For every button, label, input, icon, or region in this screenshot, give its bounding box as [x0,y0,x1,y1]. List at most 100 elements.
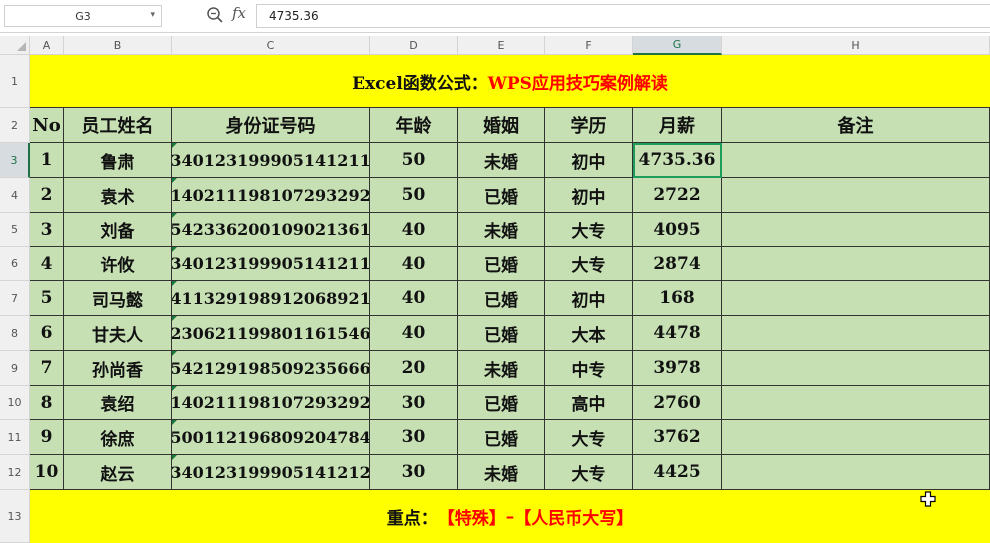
cell-salary[interactable]: 168 [633,281,722,316]
cell-id[interactable]: 411329198912068921 [172,281,370,316]
cell-marital[interactable]: 已婚 [458,420,545,455]
cell-no[interactable]: 1 [30,143,64,178]
select-all-corner[interactable] [0,36,30,55]
cell-age[interactable]: 40 [370,281,458,316]
cell-salary[interactable]: 4095 [633,213,722,247]
cell-marital[interactable]: 未婚 [458,351,545,386]
cell-marital[interactable]: 已婚 [458,178,545,213]
column-header-h[interactable]: H [722,36,990,55]
cell-id[interactable]: 340123199905141212 [172,455,370,490]
cell-salary[interactable]: 2760 [633,386,722,420]
cell-age[interactable]: 20 [370,351,458,386]
cell-note[interactable] [722,455,990,490]
formula-input[interactable]: 4735.36 [256,4,990,28]
chevron-down-icon[interactable]: ▾ [150,10,155,20]
cell-marital[interactable]: 已婚 [458,386,545,420]
cell-salary[interactable]: 3978 [633,351,722,386]
cell-marital[interactable]: 未婚 [458,213,545,247]
cell-salary[interactable]: 4478 [633,316,722,351]
header-cell-marital[interactable]: 婚姻 [458,108,545,143]
cell-age[interactable]: 30 [370,386,458,420]
cell-note[interactable] [722,351,990,386]
row-header-10[interactable]: 10 [0,386,30,420]
cell-salary[interactable]: 4425 [633,455,722,490]
cell-id[interactable]: 542129198509235666 [172,351,370,386]
cell-note[interactable] [722,420,990,455]
cell-note[interactable] [722,281,990,316]
sheet-title[interactable]: Excel函数公式： WPS应用技巧案例解读 [30,55,990,108]
cell-note[interactable] [722,247,990,281]
cell-education[interactable]: 高中 [545,386,633,420]
cell-name[interactable]: 袁绍 [64,386,172,420]
cell-no[interactable]: 6 [30,316,64,351]
cell-note[interactable] [722,213,990,247]
header-cell-education[interactable]: 学历 [545,108,633,143]
cell-id[interactable]: 340123199905141211 [172,247,370,281]
cell-no[interactable]: 7 [30,351,64,386]
cell-education[interactable]: 大专 [545,247,633,281]
cell-marital[interactable]: 已婚 [458,281,545,316]
cell-age[interactable]: 50 [370,178,458,213]
cell-age[interactable]: 40 [370,316,458,351]
row-header-5[interactable]: 5 [0,213,30,247]
cell-marital[interactable]: 已婚 [458,247,545,281]
header-cell-name[interactable]: 员工姓名 [64,108,172,143]
cell-marital[interactable]: 已婚 [458,316,545,351]
cell-age[interactable]: 40 [370,247,458,281]
cell-name[interactable]: 甘夫人 [64,316,172,351]
cell-id[interactable]: 500112196809204784 [172,420,370,455]
column-header-b[interactable]: B [64,36,172,55]
cell-note[interactable] [722,386,990,420]
cell-marital[interactable]: 未婚 [458,143,545,178]
row-header-11[interactable]: 11 [0,420,30,455]
cell-name[interactable]: 孙尚香 [64,351,172,386]
cell-note[interactable] [722,316,990,351]
cell-id[interactable]: 140211198107293292 [172,178,370,213]
cell-no[interactable]: 4 [30,247,64,281]
header-cell-note[interactable]: 备注 [722,108,990,143]
header-cell-id[interactable]: 身份证号码 [172,108,370,143]
cell-no[interactable]: 2 [30,178,64,213]
row-header-2[interactable]: 2 [0,108,30,143]
column-header-e[interactable]: E [458,36,545,55]
cell-id[interactable]: 230621199801161546 [172,316,370,351]
cell-name[interactable]: 刘备 [64,213,172,247]
cell-education[interactable]: 大本 [545,316,633,351]
cell-name[interactable]: 赵云 [64,455,172,490]
cell-age[interactable]: 30 [370,420,458,455]
column-header-c[interactable]: C [172,36,370,55]
cell-name[interactable]: 鲁肃 [64,143,172,178]
header-cell-salary[interactable]: 月薪 [633,108,722,143]
cell-marital[interactable]: 未婚 [458,455,545,490]
fx-icon[interactable]: fx [232,4,246,22]
cell-education[interactable]: 初中 [545,178,633,213]
row-header-1[interactable]: 1 [0,55,30,108]
cell-education[interactable]: 初中 [545,281,633,316]
cell-age[interactable]: 50 [370,143,458,178]
row-header-3[interactable]: 3 [0,143,30,178]
name-box[interactable]: G3 ▾ [4,5,162,27]
header-cell-age[interactable]: 年龄 [370,108,458,143]
cell-name[interactable]: 许攸 [64,247,172,281]
cell-id[interactable]: 542336200109021361 [172,213,370,247]
cell-no[interactable]: 9 [30,420,64,455]
cell-salary[interactable]: 3762 [633,420,722,455]
column-header-g[interactable]: G [633,36,722,55]
cell-no[interactable]: 10 [30,455,64,490]
row-header-8[interactable]: 8 [0,316,30,351]
row-header-6[interactable]: 6 [0,247,30,281]
cell-name[interactable]: 徐庶 [64,420,172,455]
cell-education[interactable]: 大专 [545,213,633,247]
row-header-7[interactable]: 7 [0,281,30,316]
cell-note[interactable] [722,178,990,213]
cell-name[interactable]: 袁术 [64,178,172,213]
cell-age[interactable]: 30 [370,455,458,490]
cell-education[interactable]: 大专 [545,420,633,455]
row-header-4[interactable]: 4 [0,178,30,213]
header-cell-no[interactable]: No [30,108,64,143]
cell-no[interactable]: 5 [30,281,64,316]
cell-no[interactable]: 8 [30,386,64,420]
cell-note[interactable] [722,143,990,178]
column-header-d[interactable]: D [370,36,458,55]
cell-education[interactable]: 大专 [545,455,633,490]
